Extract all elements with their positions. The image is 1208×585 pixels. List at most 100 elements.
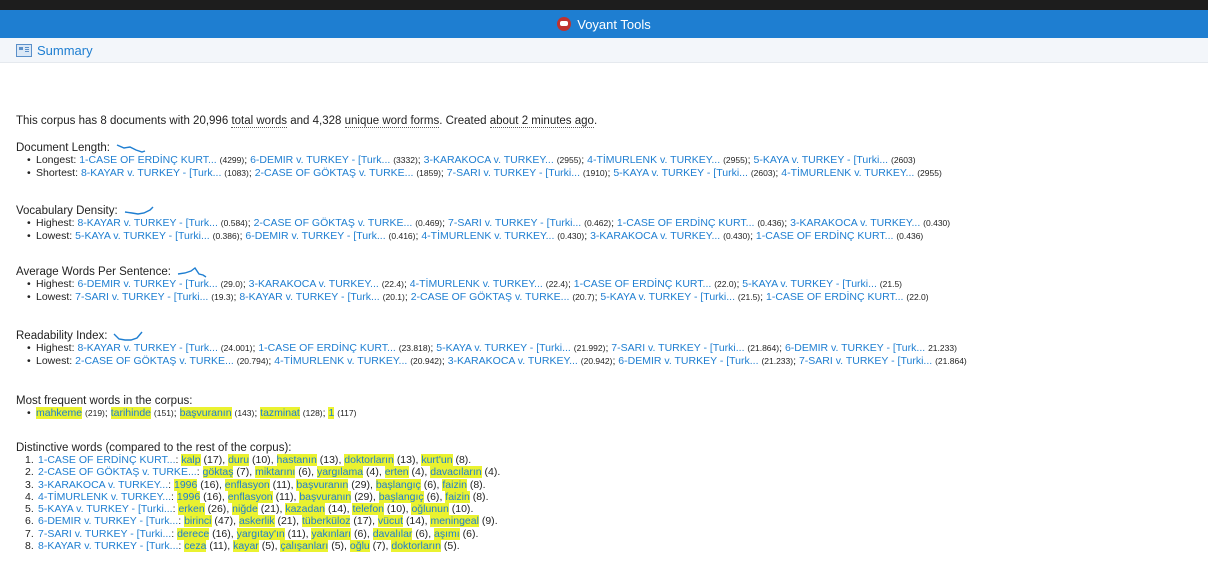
document-link[interactable]: 4-TİMURLENK v. TURKEY...: [274, 355, 407, 367]
term-link[interactable]: erten: [384, 466, 409, 479]
document-link[interactable]: 5-KAYA v. TURKEY - [Turki...: [38, 503, 173, 515]
document-link[interactable]: 5-KAYA v. TURKEY - [Turki...: [436, 342, 571, 354]
document-link[interactable]: 1-CASE OF ERDİNÇ KURT...: [756, 230, 894, 242]
document-link[interactable]: 7-SARI v. TURKEY - [Turki...: [447, 167, 580, 179]
term-link[interactable]: davacıların: [430, 466, 482, 479]
document-link[interactable]: 6-DEMIR v. TURKEY - [Turk...: [618, 355, 758, 367]
document-link[interactable]: 6-DEMIR v. TURKEY - [Turk...: [250, 154, 390, 166]
document-link[interactable]: 5-KAYA v. TURKEY - [Turki...: [742, 278, 877, 290]
document-link[interactable]: 3-KARAKOCA v. TURKEY...: [790, 217, 920, 229]
term-link[interactable]: faizin: [445, 490, 470, 503]
document-link[interactable]: 1-CASE OF ERDİNÇ KURT...: [617, 217, 755, 229]
document-link[interactable]: 2-CASE OF GÖKTAŞ v. TURKE...: [411, 291, 570, 303]
document-link[interactable]: 2-CASE OF GÖKTAŞ v. TURKE...: [255, 167, 414, 179]
term-link[interactable]: başvuranın: [179, 407, 232, 419]
term-link[interactable]: enflasyon: [224, 478, 270, 491]
term-link[interactable]: enflasyon: [227, 490, 273, 503]
term-link[interactable]: yargıtay'ın: [236, 527, 285, 540]
document-link[interactable]: 4-TİMURLENK v. TURKEY...: [410, 278, 543, 290]
term-link[interactable]: yakınları: [311, 527, 352, 540]
term-link[interactable]: derece: [177, 527, 210, 540]
document-link[interactable]: 4-TİMURLENK v. TURKEY...: [587, 154, 720, 166]
document-link[interactable]: 3-KARAKOCA v. TURKEY...: [590, 230, 720, 242]
document-link[interactable]: 3-KARAKOCA v. TURKEY...: [424, 154, 554, 166]
vocabulary-density-sparkline[interactable]: [124, 205, 154, 217]
term-link[interactable]: doktorların: [344, 454, 394, 466]
unique-words-link[interactable]: unique word forms: [344, 115, 440, 128]
term-link[interactable]: başlangıç: [378, 490, 424, 503]
document-link[interactable]: 6-DEMIR v. TURKEY - [Turk...: [38, 515, 178, 527]
total-words-link[interactable]: total words: [231, 115, 288, 128]
document-link[interactable]: 8-KAYAR v. TURKEY - [Turk...: [38, 540, 178, 552]
term-link[interactable]: niğde: [232, 503, 258, 516]
term-link[interactable]: tazminat: [260, 407, 300, 419]
document-link[interactable]: 3-KARAKOCA v. TURKEY...: [448, 355, 578, 367]
term-link[interactable]: başvuranın: [296, 478, 349, 491]
document-link[interactable]: 2-CASE OF GÖKTAŞ v. TURKE...: [38, 466, 197, 478]
term-link[interactable]: ceza: [184, 540, 207, 553]
document-link[interactable]: 6-DEMIR v. TURKEY - [Turk...: [785, 342, 925, 354]
document-link[interactable]: 8-KAYAR v. TURKEY - [Turk...: [77, 342, 217, 354]
term-link[interactable]: tarihinde: [110, 407, 151, 419]
term-link[interactable]: 1996: [173, 478, 198, 491]
term-link[interactable]: başvuranın: [299, 490, 352, 503]
term-link[interactable]: oğlunun: [411, 503, 449, 516]
document-link[interactable]: 7-SARI v. TURKEY - [Turki...: [75, 291, 208, 303]
term-link[interactable]: kazadan: [285, 503, 326, 516]
term-link[interactable]: vücut: [377, 515, 404, 528]
term-link[interactable]: kalp: [181, 454, 201, 466]
document-link[interactable]: 4-TİMURLENK v. TURKEY...: [38, 491, 171, 503]
document-link[interactable]: 8-KAYAR v. TURKEY - [Turk...: [81, 167, 221, 179]
term-link[interactable]: mahkeme: [36, 407, 83, 419]
document-length-sparkline[interactable]: [116, 142, 146, 154]
term-link[interactable]: kurt'un: [421, 454, 453, 466]
document-link[interactable]: 5-KAYA v. TURKEY - [Turki...: [75, 230, 210, 242]
document-link[interactable]: 3-KARAKOCA v. TURKEY...: [249, 278, 379, 290]
document-link[interactable]: 4-TİMURLENK v. TURKEY...: [781, 167, 914, 179]
term-link[interactable]: doktorların: [391, 540, 441, 553]
document-link[interactable]: 8-KAYAR v. TURKEY - [Turk...: [239, 291, 379, 303]
term-link[interactable]: telefon: [352, 503, 384, 516]
document-link[interactable]: 2-CASE OF GÖKTAŞ v. TURKE...: [75, 355, 234, 367]
document-link[interactable]: 6-DEMIR v. TURKEY - [Turk...: [245, 230, 385, 242]
document-link[interactable]: 6-DEMIR v. TURKEY - [Turk...: [77, 278, 217, 290]
term-link[interactable]: faizin: [442, 478, 467, 491]
document-link[interactable]: 1-CASE OF ERDİNÇ KURT...: [79, 154, 217, 166]
document-link[interactable]: 7-SARI v. TURKEY - [Turki...: [611, 342, 744, 354]
document-link[interactable]: 5-KAYA v. TURKEY - [Turki...: [753, 154, 888, 166]
term-link[interactable]: yargılama: [316, 466, 364, 479]
document-link[interactable]: 2-CASE OF GÖKTAŞ v. TURKE...: [254, 217, 413, 229]
average-words-sparkline[interactable]: [177, 266, 207, 278]
term-link[interactable]: meningeal: [430, 515, 479, 528]
document-link[interactable]: 1-CASE OF ERDİNÇ KURT...: [38, 454, 176, 466]
document-link[interactable]: 1-CASE OF ERDİNÇ KURT...: [574, 278, 712, 290]
term-link[interactable]: tüberküloz: [302, 515, 351, 528]
document-link[interactable]: 7-SARI v. TURKEY - [Turki...: [38, 528, 171, 540]
term-link[interactable]: çalışanları: [280, 540, 329, 553]
document-link[interactable]: 4-TİMURLENK v. TURKEY...: [421, 230, 554, 242]
term-link[interactable]: erken: [178, 503, 205, 516]
document-link[interactable]: 1-CASE OF ERDİNÇ KURT...: [258, 342, 396, 354]
readability-sparkline[interactable]: [113, 330, 143, 342]
document-link[interactable]: 5-KAYA v. TURKEY - [Turki...: [600, 291, 735, 303]
term-link[interactable]: göktaş: [202, 466, 234, 479]
term-link[interactable]: başlangıç: [375, 478, 421, 491]
panel-header[interactable]: Summary: [0, 38, 1208, 63]
term-link[interactable]: 1996: [176, 490, 201, 503]
term-link[interactable]: aşımı: [434, 527, 460, 540]
term-link[interactable]: 1: [328, 407, 335, 419]
document-link[interactable]: 5-KAYA v. TURKEY - [Turki...: [613, 167, 748, 179]
document-link[interactable]: 7-SARI v. TURKEY - [Turki...: [448, 217, 581, 229]
document-link[interactable]: 1-CASE OF ERDİNÇ KURT...: [766, 291, 904, 303]
term-link[interactable]: hastanın: [276, 454, 317, 466]
term-link[interactable]: kayar: [233, 540, 259, 553]
term-link[interactable]: oğlu: [349, 540, 370, 553]
document-link[interactable]: 3-KARAKOCA v. TURKEY...: [38, 479, 168, 491]
term-link[interactable]: birinci: [184, 515, 212, 528]
document-link[interactable]: 7-SARI v. TURKEY - [Turki...: [799, 355, 932, 367]
document-link[interactable]: 8-KAYAR v. TURKEY - [Turk...: [77, 217, 217, 229]
term-link[interactable]: duru: [228, 454, 250, 466]
term-link[interactable]: askerlik: [238, 515, 275, 528]
term-link[interactable]: miktarını: [255, 466, 296, 479]
term-link[interactable]: davalılar: [372, 527, 413, 540]
